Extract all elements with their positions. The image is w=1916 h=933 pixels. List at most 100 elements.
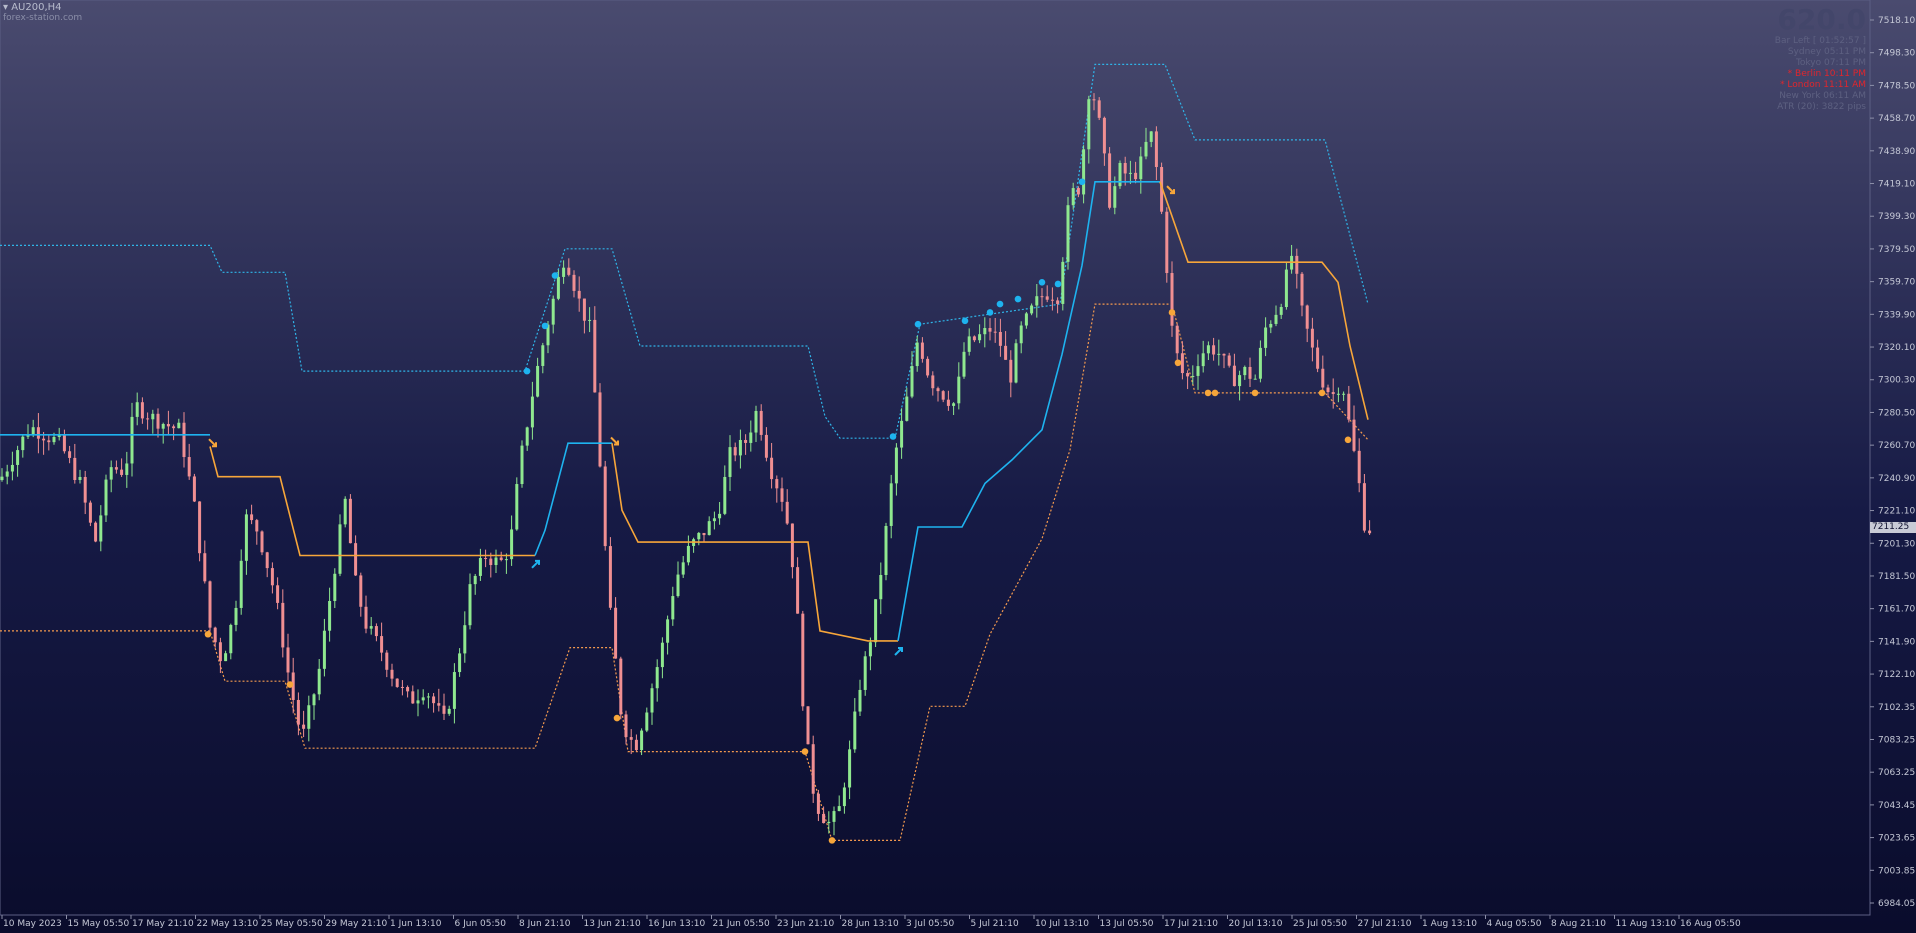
bull-candle [728, 447, 732, 477]
bear-candle [73, 457, 77, 480]
bear-candle [1097, 100, 1101, 118]
bull-candle [712, 518, 716, 522]
bull-candle [842, 787, 846, 807]
bear-candle [1347, 393, 1351, 420]
bull-candle [21, 436, 25, 451]
bear-candle [42, 438, 46, 441]
bear-candle [281, 602, 285, 648]
bull-candle [889, 483, 893, 526]
bear-candle [993, 331, 997, 333]
bull-candle [1238, 375, 1242, 387]
bull-candle [650, 688, 654, 713]
price-chart[interactable]: 7518.10 7498.30 7478.50 7458.70 7438.90 7419.… [0, 0, 1916, 933]
bull-candle [135, 402, 139, 417]
symbol-title[interactable]: ▾ AU200,H4 [3, 3, 82, 13]
bear-candle [775, 479, 779, 489]
bear-candle [198, 501, 202, 554]
bull-candle [827, 821, 831, 824]
bear-candle [1092, 99, 1096, 101]
bull-candle [556, 276, 560, 299]
chart-window[interactable]: 7518.10 7498.30 7478.50 7458.70 7438.90 7419.… [0, 0, 1916, 933]
bear-candle [1368, 530, 1372, 534]
bear-candle [276, 585, 280, 603]
bear-candle [218, 642, 222, 662]
bull-candle [967, 336, 971, 352]
bull-candle [915, 342, 919, 367]
time-label: 16 Aug 05:50 [1680, 919, 1741, 929]
bull-candle [343, 498, 347, 525]
bear-candle [1009, 359, 1013, 383]
buy-signal-dot [961, 317, 969, 325]
bear-candle [364, 606, 368, 629]
bull-candle [317, 668, 321, 695]
dropdown-triangle-icon[interactable]: ▾ [3, 2, 8, 13]
bull-candle [447, 708, 451, 714]
sell-signal-dot [801, 748, 809, 755]
bull-candle [863, 656, 867, 690]
bull-candle [1139, 156, 1143, 180]
bull-candle [31, 427, 35, 435]
time-label: 23 Jun 21:10 [777, 919, 834, 929]
bear-candle [1316, 347, 1320, 369]
bear-candle [931, 375, 935, 389]
bull-candle [697, 532, 701, 540]
bear-candle [1134, 172, 1138, 180]
bull-candle [686, 545, 690, 563]
bull-candle [312, 694, 316, 706]
bear-candle [411, 691, 415, 704]
price-label: 7498.30 [1878, 49, 1915, 59]
buy-signal-dot [986, 309, 994, 316]
bear-candle [603, 466, 607, 547]
bull-candle [525, 427, 529, 446]
bear-candle [1056, 300, 1060, 304]
bull-candle [468, 584, 472, 626]
bear-candle [260, 531, 264, 553]
bull-candle [234, 607, 238, 625]
bull-candle [478, 558, 482, 576]
bear-candle [296, 699, 300, 725]
time-label: 15 May 05:50 [68, 919, 130, 929]
bear-candle [140, 402, 144, 419]
bull-candle [322, 630, 326, 669]
bear-candle [146, 418, 150, 420]
price-label: 7221.10 [1878, 507, 1915, 517]
bear-candle [785, 501, 789, 524]
bear-candle [489, 558, 493, 566]
bear-candle [442, 705, 446, 714]
buy-signal-dot [523, 367, 531, 375]
bear-candle [437, 703, 441, 706]
bear-candle [582, 298, 586, 321]
bull-candle [369, 626, 373, 629]
bull-candle [338, 524, 342, 574]
bear-candle [156, 413, 160, 429]
bull-candle [1014, 343, 1018, 383]
time-label: 25 May 05:50 [261, 919, 323, 929]
bull-candle [978, 334, 982, 341]
price-label: 7122.10 [1878, 670, 1915, 680]
bear-candle [1222, 353, 1226, 356]
bull-candle [1082, 149, 1086, 195]
bear-candle [801, 613, 805, 707]
bull-candle [1149, 131, 1153, 142]
bear-candle [1326, 387, 1330, 393]
bear-candle [348, 498, 352, 544]
sell-signal-dot [1251, 389, 1259, 397]
price-label: 7419.10 [1878, 180, 1915, 190]
price-label: 7320.10 [1878, 343, 1915, 353]
bull-candle [530, 396, 534, 428]
price-label: 7043.45 [1878, 801, 1915, 811]
bull-candle [983, 328, 987, 335]
buy-signal-dot [1014, 295, 1022, 303]
bull-candle [1201, 353, 1205, 367]
time-label: 21 Jun 05:50 [713, 919, 770, 929]
bear-candle [359, 575, 363, 607]
bull-candle [78, 476, 82, 480]
bear-candle [1321, 368, 1325, 388]
bear-candle [406, 687, 410, 692]
bear-candle [1175, 325, 1179, 354]
bull-candle [1206, 345, 1210, 354]
info-line: ATR (20): 3822 pips [1777, 102, 1866, 112]
time-label: 8 Jun 21:10 [519, 919, 571, 929]
price-label: 7260.70 [1878, 441, 1915, 451]
bull-candle [874, 599, 878, 643]
